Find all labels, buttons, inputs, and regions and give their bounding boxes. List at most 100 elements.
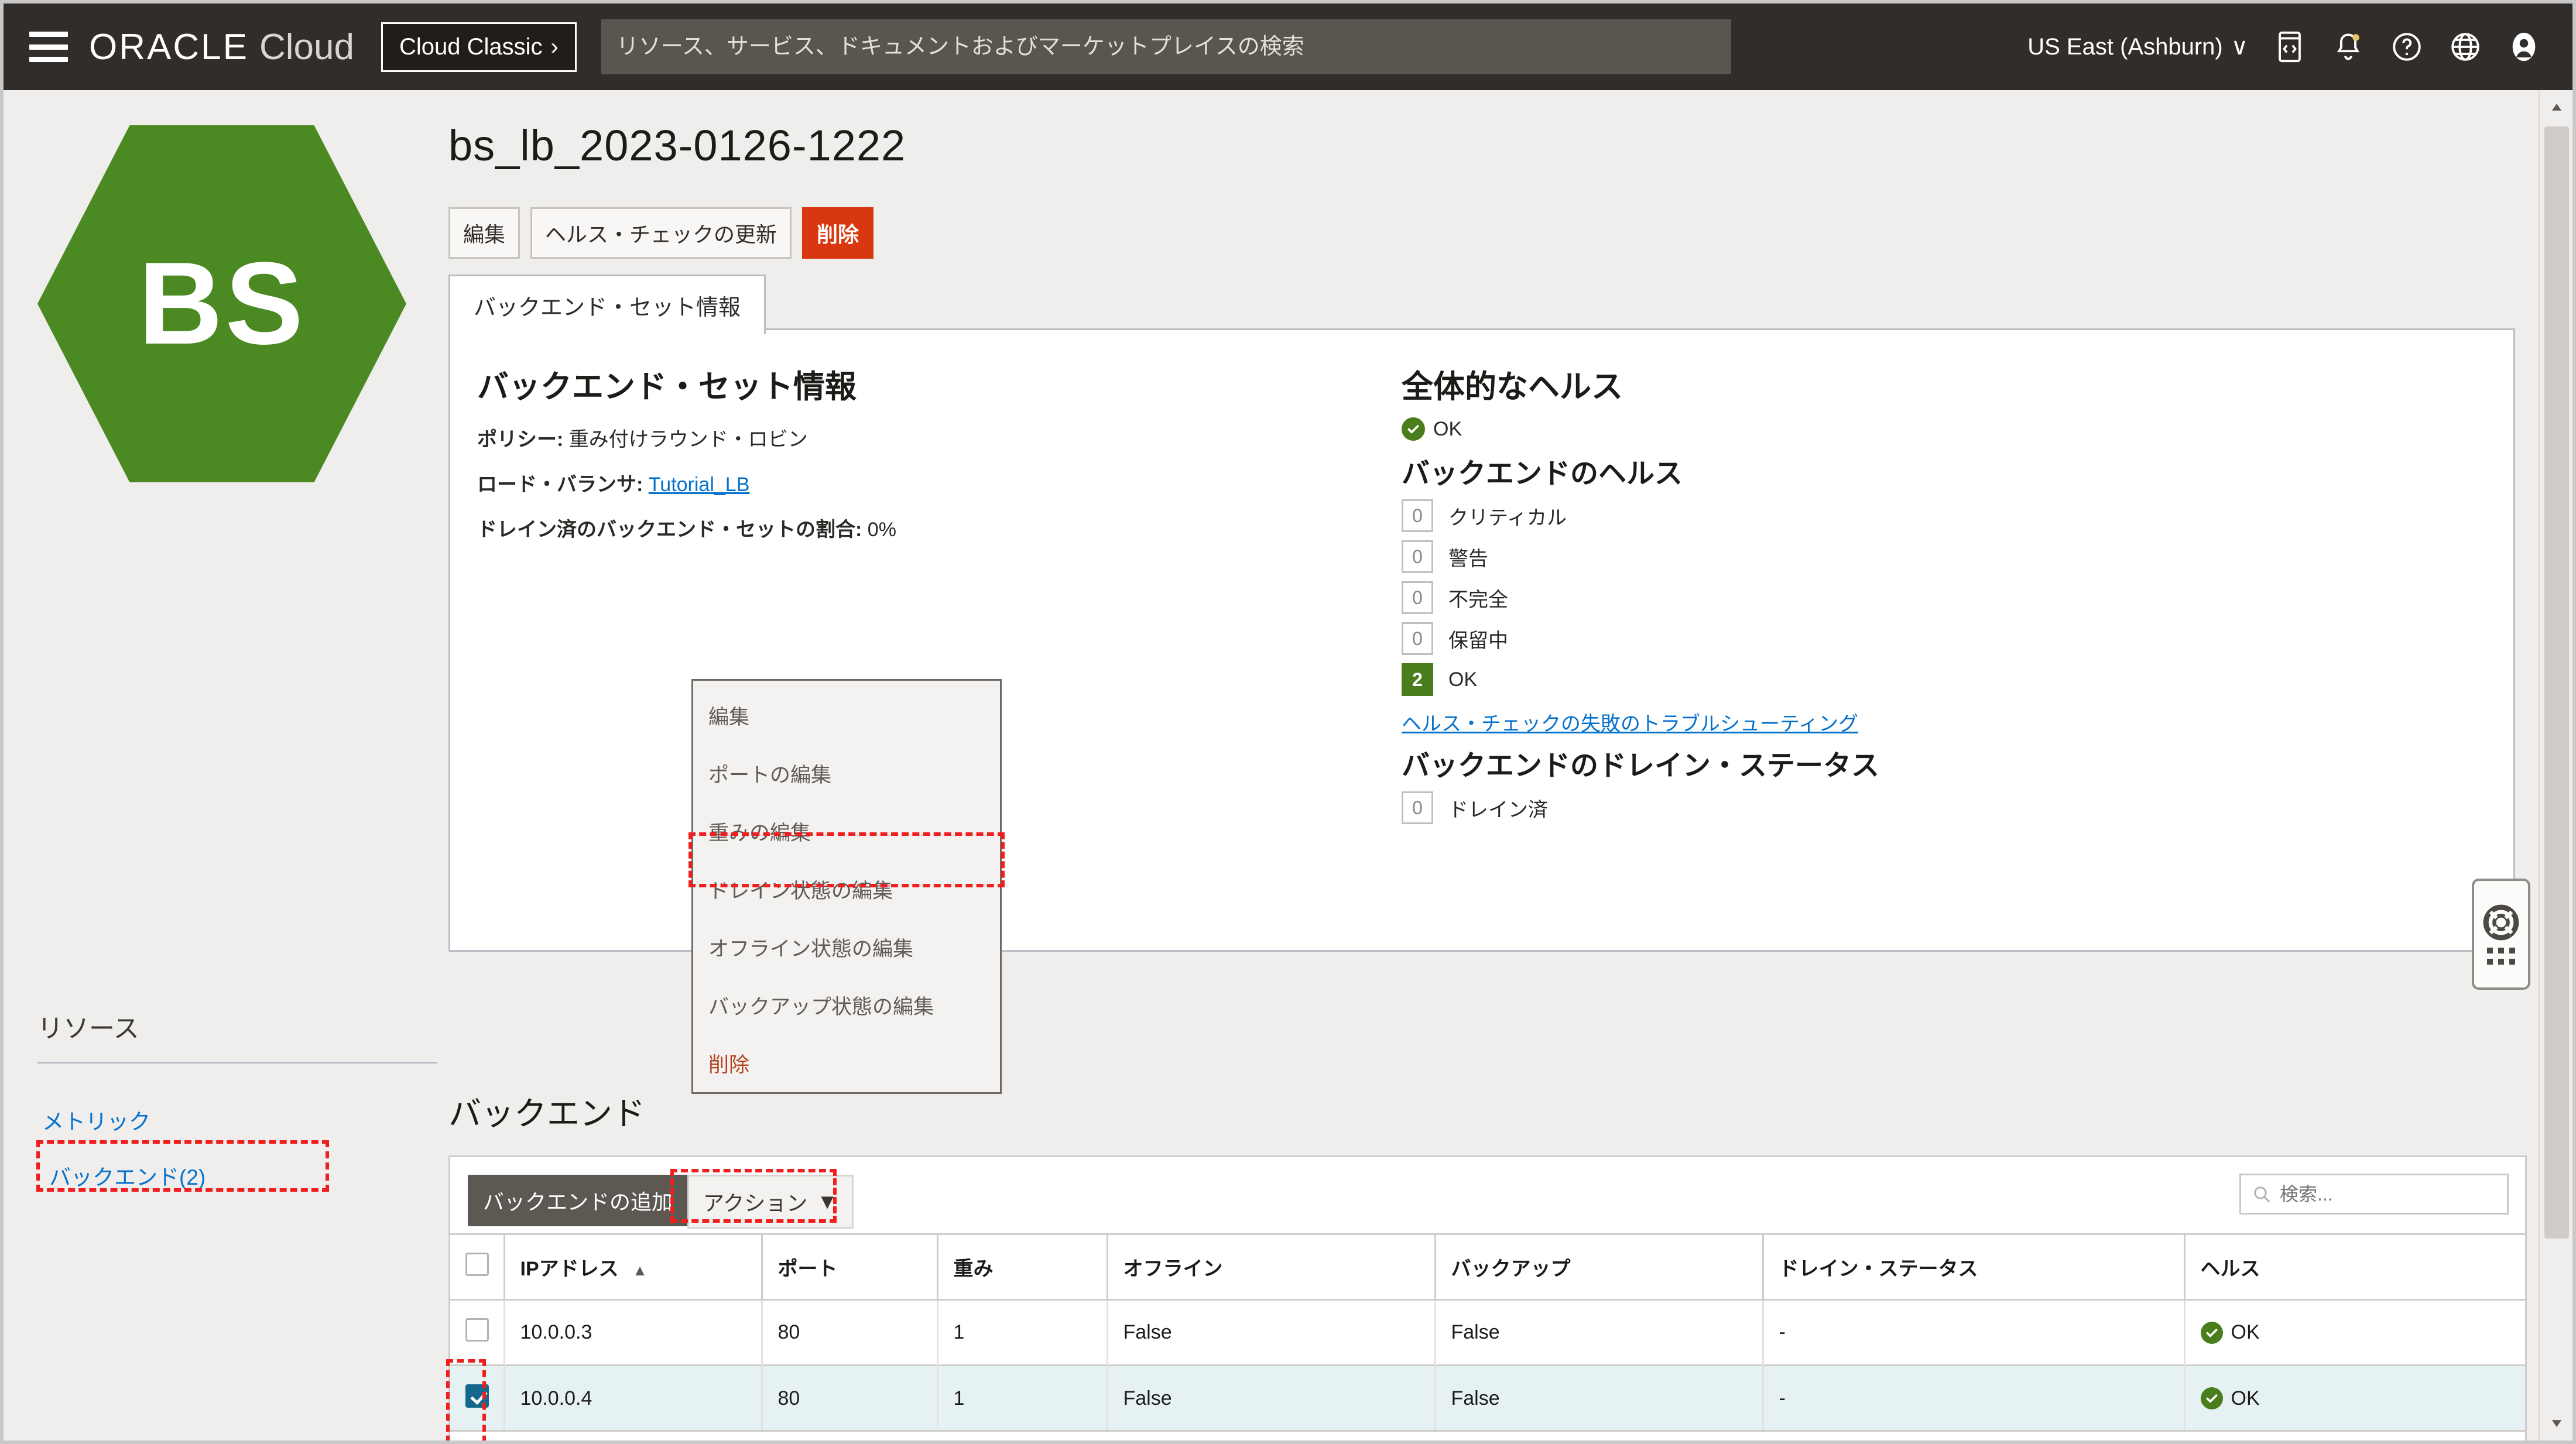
table-header-health[interactable]: ヘルス [2184,1234,2525,1300]
menu-item-edit-weight[interactable]: 重みの編集 [693,802,1000,860]
backend-health-heading: バックエンドのヘルス [1402,450,1879,491]
row-health-label: OK [2231,1387,2260,1410]
row-backup: False [1435,1300,1763,1366]
drain-count-drained-label: ドレイン済 [1448,794,1548,822]
menu-item-delete[interactable]: 削除 [693,1034,1000,1092]
support-widget[interactable] [2472,879,2530,990]
avatar-initials: BS [138,236,306,371]
cloud-classic-button[interactable]: Cloud Classic › [381,22,577,72]
load-balancer-link[interactable]: Tutorial_LB [649,474,750,496]
notifications-bell-icon[interactable] [2331,30,2365,64]
overall-health-status: OK [1402,417,1879,441]
oracle-cloud-logo[interactable]: ORACLE Cloud [89,26,354,68]
health-count-pending-label: 保留中 [1448,625,1508,653]
overall-health-heading: 全体的なヘルス [1402,361,1879,407]
health-count-pending: 0 保留中 [1402,622,1879,655]
update-health-check-button[interactable]: ヘルス・チェックの更新 [530,207,792,259]
add-backend-button[interactable]: バックエンドの追加 [468,1175,688,1226]
check-circle-icon [2201,1322,2223,1344]
language-globe-icon[interactable] [2448,30,2482,64]
scroll-down-icon[interactable] [2540,1407,2574,1440]
table-row[interactable]: 10.0.0.3 80 1 False False - OK [450,1300,2525,1366]
edit-button[interactable]: 編集 [448,207,520,259]
actions-dropdown-button[interactable]: アクション ▼ [687,1175,854,1229]
brand-cloud-text: Cloud [259,26,354,68]
menu-item-edit[interactable]: 編集 [693,687,1000,745]
help-icon[interactable] [2390,30,2424,64]
table-header-offline[interactable]: オフライン [1107,1234,1435,1300]
row-backup: False [1435,1366,1763,1431]
menu-item-edit-drain-state[interactable]: ドレイン状態の編集 [693,860,1000,918]
check-circle-icon [1402,417,1425,441]
row-drain-status: - [1763,1300,2184,1366]
delete-button[interactable]: 削除 [802,207,873,259]
tab-backend-set-info[interactable]: バックエンド・セット情報 [448,275,766,334]
table-header-ip[interactable]: IPアドレス ▲ [504,1234,762,1300]
menu-item-edit-port[interactable]: ポートの編集 [693,745,1000,802]
region-label: US East (Ashburn) [2027,34,2222,60]
policy-label: ポリシー: [477,428,563,451]
backend-set-info-section: バックエンド・セット情報 ポリシー: 重み付けラウンド・ロビン ロード・バランサ… [477,361,896,542]
vertical-scrollbar[interactable] [2539,90,2572,1440]
sidebar-item-backends[interactable]: バックエンド(2) [49,1160,205,1191]
row-weight: 1 [937,1300,1107,1366]
chevron-down-icon: ∨ [2231,33,2248,60]
health-count-warning-value: 0 [1402,540,1433,573]
user-avatar-icon[interactable] [2507,30,2541,64]
scroll-up-icon[interactable] [2540,90,2574,124]
table-search-input[interactable] [2280,1184,2496,1205]
table-search-box[interactable] [2239,1174,2509,1215]
health-count-warning: 0 警告 [1402,540,1879,573]
sort-ascending-icon: ▲ [632,1261,648,1280]
sidebar-item-metrics[interactable]: メトリック [42,1104,150,1136]
scrollbar-thumb[interactable] [2544,126,2569,1239]
table-header-port[interactable]: ポート [762,1234,937,1300]
check-circle-icon [2201,1387,2223,1409]
health-count-pending-value: 0 [1402,622,1433,655]
cloud-shell-icon[interactable] [2273,30,2307,64]
row-weight: 1 [937,1366,1107,1431]
left-rail: BS [4,90,437,1440]
lifebuoy-icon [2483,904,2519,941]
hamburger-icon[interactable] [29,32,68,62]
backends-table: IPアドレス ▲ ポート 重み オフライン バックアップ ドレイン・ステータス … [450,1233,2525,1431]
menu-item-edit-backup-state[interactable]: バックアップ状態の編集 [693,976,1000,1034]
row-checkbox[interactable] [465,1318,489,1342]
brand-oracle-text: ORACLE [89,26,249,68]
row-offline: False [1107,1300,1435,1366]
page-title: bs_lb_2023-0126-1222 [448,121,906,170]
row-health: OK [2184,1366,2525,1431]
table-header-weight[interactable]: 重み [937,1234,1107,1300]
row-select-cell[interactable] [450,1366,504,1431]
row-checkbox[interactable] [465,1384,489,1408]
cloud-classic-label: Cloud Classic [399,34,543,60]
actions-dropdown-menu: 編集 ポートの編集 重みの編集 ドレイン状態の編集 オフライン状態の編集 バック… [691,679,1002,1094]
load-balancer-label: ロード・バランサ: [477,474,643,496]
page-action-bar: 編集 ヘルス・チェックの更新 削除 [448,207,873,259]
global-search-input[interactable] [601,19,1731,74]
table-row[interactable]: 10.0.0.4 80 1 False False - OK [450,1366,2525,1431]
row-health-label: OK [2231,1321,2260,1344]
table-header-drain-status[interactable]: ドレイン・ステータス [1763,1234,2184,1300]
health-count-critical-label: クリティカル [1448,502,1567,530]
table-header-backup[interactable]: バックアップ [1435,1234,1763,1300]
troubleshoot-health-check-link[interactable]: ヘルス・チェックの失敗のトラブルシューティング [1402,708,1858,736]
drain-percentage-row: ドレイン済のバックエンド・セットの割合: 0% [477,513,896,542]
table-header-row: IPアドレス ▲ ポート 重み オフライン バックアップ ドレイン・ステータス … [450,1234,2525,1300]
header-right-controls: US East (Ashburn) ∨ [2027,30,2547,64]
backend-set-info-heading: バックエンド・セット情報 [477,361,896,407]
select-all-checkbox[interactable] [465,1253,489,1276]
region-selector[interactable]: US East (Ashburn) ∨ [2027,33,2248,60]
policy-value: 重み付けラウンド・ロビン [569,428,808,451]
drain-percentage-value: 0% [868,519,896,541]
overall-health-status-label: OK [1433,418,1462,441]
row-port: 80 [762,1366,937,1431]
row-port: 80 [762,1300,937,1366]
row-health: OK [2184,1300,2525,1366]
health-count-critical: 0 クリティカル [1402,499,1879,532]
backends-table-toolbar: バックエンドの追加 アクション ▼ [450,1157,2525,1233]
table-header-ip-label: IPアドレス [520,1258,619,1280]
row-select-cell[interactable] [450,1300,504,1366]
table-header-select-all[interactable] [450,1234,504,1300]
menu-item-edit-offline-state[interactable]: オフライン状態の編集 [693,918,1000,976]
